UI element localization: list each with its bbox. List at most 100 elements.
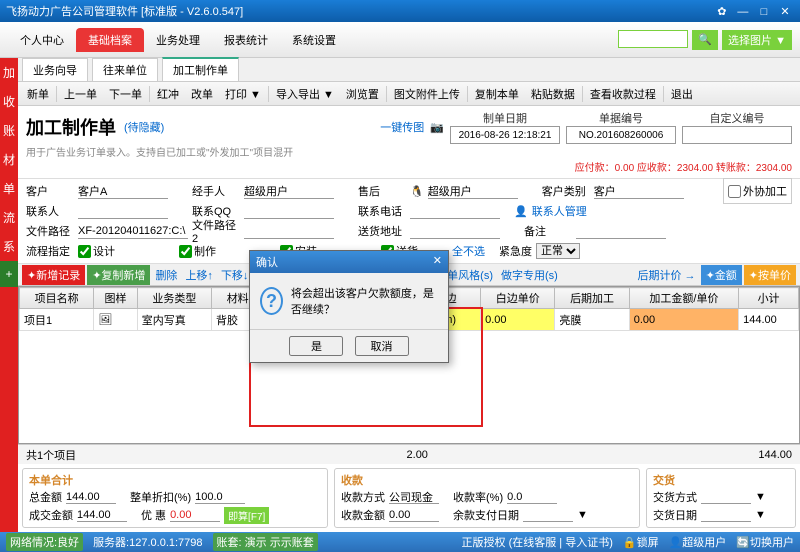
- module-tabs: 业务向导 往来单位 加工制作单: [18, 58, 800, 82]
- tb-paste[interactable]: 粘贴数据: [526, 84, 580, 104]
- handler-input[interactable]: [244, 183, 334, 199]
- tb-new[interactable]: 新单: [22, 84, 54, 104]
- sidebar-item-5[interactable]: 流: [0, 203, 18, 232]
- select-image-button[interactable]: 选择图片 ▼: [722, 30, 792, 50]
- qq-icon[interactable]: 🐧: [410, 185, 424, 198]
- question-icon: ?: [260, 287, 283, 315]
- payrate-input[interactable]: [507, 491, 557, 504]
- sidebar-item-0[interactable]: 加: [0, 58, 18, 87]
- amount-button[interactable]: ✦金额: [701, 265, 742, 285]
- payamt-input[interactable]: [389, 509, 439, 522]
- copy-row-button[interactable]: ✦复制新增: [87, 265, 150, 285]
- tb-attach[interactable]: 图文附件上传: [389, 84, 465, 104]
- check-design[interactable]: [78, 245, 91, 258]
- sidebar-item-6[interactable]: 系: [0, 232, 18, 261]
- restdate-input[interactable]: [523, 509, 573, 522]
- tb-edit[interactable]: 改单: [186, 84, 218, 104]
- remark-input[interactable]: [576, 223, 666, 239]
- main-tabs: 个人中心 基础档案 业务处理 报表统计 系统设置 🔍 选择图片 ▼: [0, 22, 800, 58]
- onekey-icon[interactable]: 📷: [430, 121, 444, 134]
- dialog-close-icon[interactable]: ✕: [433, 254, 442, 270]
- tab-sys[interactable]: 系统设置: [280, 28, 348, 52]
- search-button[interactable]: 🔍: [692, 30, 718, 50]
- delivdate-input[interactable]: [701, 509, 751, 522]
- bill-no-input[interactable]: [566, 126, 676, 144]
- tb-paylog[interactable]: 查看收款过程: [585, 84, 661, 104]
- late-link[interactable]: 后期计价 →: [635, 267, 699, 283]
- lock-button[interactable]: 🔒锁屏: [623, 534, 659, 550]
- license-status[interactable]: 正版授权 (在线客服 | 导入证书): [462, 534, 613, 550]
- sidebar-add[interactable]: +: [0, 261, 18, 287]
- up-link[interactable]: 上移↑: [182, 267, 216, 283]
- toggle-hide-link[interactable]: (待隐藏): [124, 119, 164, 135]
- user-label[interactable]: 👤超级用户: [669, 534, 727, 550]
- grid-footer: 共1个项目 2.00 144.00: [18, 444, 800, 464]
- total-input[interactable]: [66, 491, 116, 504]
- tb-next[interactable]: 下一单: [104, 84, 147, 104]
- confirm-dialog: 确认✕ ? 将会超出该客户欠款额度，是否继续？ 是 取消: [249, 250, 449, 363]
- cust-input[interactable]: [78, 183, 168, 199]
- tab-personal[interactable]: 个人中心: [8, 28, 76, 52]
- bill-date-input[interactable]: [450, 126, 560, 144]
- modtab-guide[interactable]: 业务向导: [22, 58, 88, 81]
- sum-receipt: 收款 收款方式收款率(%) 收款金额余款支付日期▼: [334, 468, 640, 528]
- theme-icon[interactable]: ✿: [713, 5, 731, 18]
- dialog-yes-button[interactable]: 是: [289, 336, 343, 356]
- qq-input[interactable]: [244, 203, 334, 219]
- minimize-icon[interactable]: —: [734, 6, 752, 18]
- tab-report[interactable]: 报表统计: [212, 28, 280, 52]
- doc-header: 加工制作单 (待隐藏) 一键传图 📷 制单日期 单据编号 自定义编号 用于广告业…: [18, 106, 800, 179]
- del-link[interactable]: 删除: [152, 267, 180, 283]
- tb-red[interactable]: 红冲: [152, 84, 184, 104]
- server-status: 服务器:127.0.0.1:7798: [93, 534, 202, 550]
- filepath-input[interactable]: [78, 223, 188, 239]
- filepath2-input[interactable]: [244, 223, 334, 239]
- perunit-button[interactable]: ✦按单价: [744, 265, 796, 285]
- delivmethod-input[interactable]: [701, 491, 751, 504]
- add-row-button[interactable]: ✦新增记录: [22, 265, 85, 285]
- tb-io[interactable]: 导入导出 ▼: [271, 84, 339, 104]
- all-unselect-link[interactable]: 全不选: [452, 243, 485, 259]
- down-link[interactable]: 下移↓: [218, 267, 252, 283]
- calc-button[interactable]: 即算[F7]: [224, 507, 269, 524]
- deal-input[interactable]: [77, 509, 127, 522]
- custmgr-icon[interactable]: 👤: [514, 205, 528, 218]
- page-title: 加工制作单: [26, 114, 116, 140]
- phone-input[interactable]: [410, 203, 500, 219]
- sidebar-item-1[interactable]: 收: [0, 87, 18, 116]
- tb-exit[interactable]: 退出: [666, 84, 698, 104]
- onekey-link[interactable]: 一键传图: [380, 119, 424, 135]
- custtype-input[interactable]: [594, 183, 684, 199]
- benefit-input[interactable]: [170, 509, 220, 522]
- tab-biz[interactable]: 业务处理: [144, 28, 212, 52]
- close-icon[interactable]: ✕: [776, 5, 794, 18]
- paymethod-input[interactable]: [389, 491, 439, 504]
- dialog-cancel-button[interactable]: 取消: [355, 336, 409, 356]
- outsource-check[interactable]: [728, 185, 741, 198]
- sidebar-item-2[interactable]: 账: [0, 116, 18, 145]
- sidebar-item-3[interactable]: 材: [0, 145, 18, 174]
- check-make[interactable]: [179, 245, 192, 258]
- tb-browse[interactable]: 浏览置: [341, 84, 384, 104]
- modtab-contacts[interactable]: 往来单位: [92, 58, 158, 81]
- contact-input[interactable]: [78, 203, 168, 219]
- title-bar: 飞扬动力广告公司管理软件 [标准版 - V2.6.0.547] ✿ — □ ✕: [0, 0, 800, 22]
- urgent-select[interactable]: 正常: [536, 243, 580, 259]
- tb-print[interactable]: 打印 ▼: [220, 84, 266, 104]
- discount-input[interactable]: [195, 491, 245, 504]
- sum-delivery: 交货 交货方式▼ 交货日期▼: [646, 468, 796, 528]
- serv-input[interactable]: [428, 183, 518, 199]
- tab-base[interactable]: 基础档案: [76, 28, 144, 52]
- search-input[interactable]: [618, 30, 688, 48]
- thumb-icon[interactable]: 🖼: [94, 309, 137, 331]
- modtab-order[interactable]: 加工制作单: [162, 57, 239, 81]
- font-link[interactable]: 做字专用(s): [498, 267, 561, 283]
- toolbar: 新单 上一单 下一单 红冲 改单 打印 ▼ 导入导出 ▼ 浏览置 图文附件上传 …: [18, 82, 800, 106]
- sidebar-item-4[interactable]: 单: [0, 174, 18, 203]
- maximize-icon[interactable]: □: [755, 6, 773, 18]
- custom-no-input[interactable]: [682, 126, 792, 144]
- switch-user[interactable]: 🔄切换用户: [736, 534, 794, 550]
- tb-copy[interactable]: 复制本单: [470, 84, 524, 104]
- tb-prev[interactable]: 上一单: [59, 84, 102, 104]
- addr-input[interactable]: [410, 223, 500, 239]
